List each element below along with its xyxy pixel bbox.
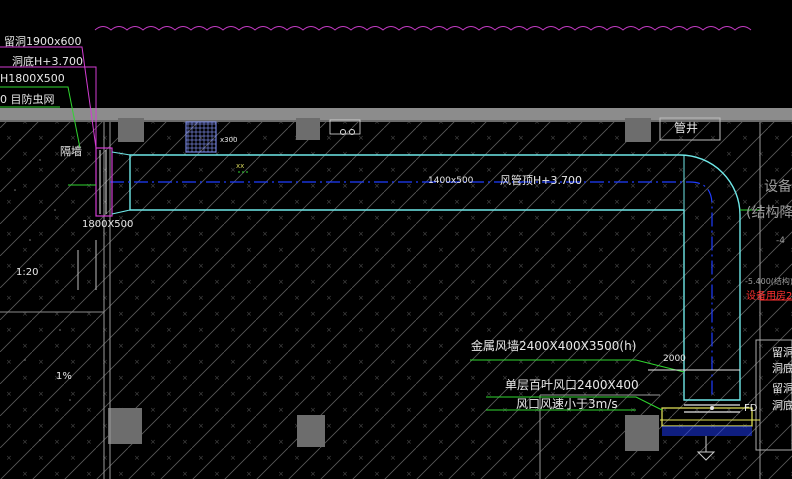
label-louver-outlet: 单层百叶风口2400X400 (505, 378, 639, 392)
label-right-1: 留洞 (772, 346, 792, 359)
label-pipe-well: 管井 (674, 121, 699, 135)
label-louver-wall: 金属风墙2400X400X3500(h) (471, 339, 637, 353)
label-louver-size: H1800X500 (0, 72, 65, 85)
label-1800x500: 1800X500 (82, 219, 134, 230)
label-fire-damper: FD (744, 403, 758, 414)
label-duct-size: 1400x500 (428, 176, 474, 186)
label-elev-1: -4 (776, 236, 785, 246)
label-slope: 1% (56, 371, 72, 382)
column (625, 118, 651, 142)
column (296, 118, 320, 140)
label-right-3: 留洞 (772, 382, 792, 395)
label-insect-mesh: 0 目防虫网 (0, 93, 55, 106)
revision-cloud (94, 26, 752, 31)
column (118, 118, 144, 142)
label-grille-size: x300 (220, 136, 238, 144)
label-duct-elev: 风管顶H+3.700 (500, 174, 582, 187)
label-small-dim: xx (236, 162, 245, 170)
label-opening-size: 留洞1900x600 (4, 35, 82, 48)
column (297, 415, 325, 447)
label-right-4: 洞底 (772, 399, 792, 412)
label-air-speed: 风口风速小于3m/s (516, 397, 618, 411)
cad-drawing-canvas[interactable]: × × (0, 0, 792, 479)
label-structure-note: (结构降 (746, 205, 792, 221)
column (108, 408, 142, 444)
label-right-2: 洞底 (772, 362, 792, 375)
label-partition: 隔墙 (60, 145, 82, 158)
label-dim-2000: 2000 (663, 354, 686, 364)
label-equipment: 设备 (764, 179, 792, 195)
label-equipment-room: 设备用房2.4 (746, 291, 792, 302)
label-scale: 1:20 (16, 267, 39, 278)
grille (185, 121, 217, 153)
label-elev-2: -5.400(结构) (745, 277, 792, 286)
label-opening-elev: 洞底H+3.700 (12, 55, 83, 68)
column (625, 415, 659, 451)
cad-drawing: × × (0, 26, 792, 479)
